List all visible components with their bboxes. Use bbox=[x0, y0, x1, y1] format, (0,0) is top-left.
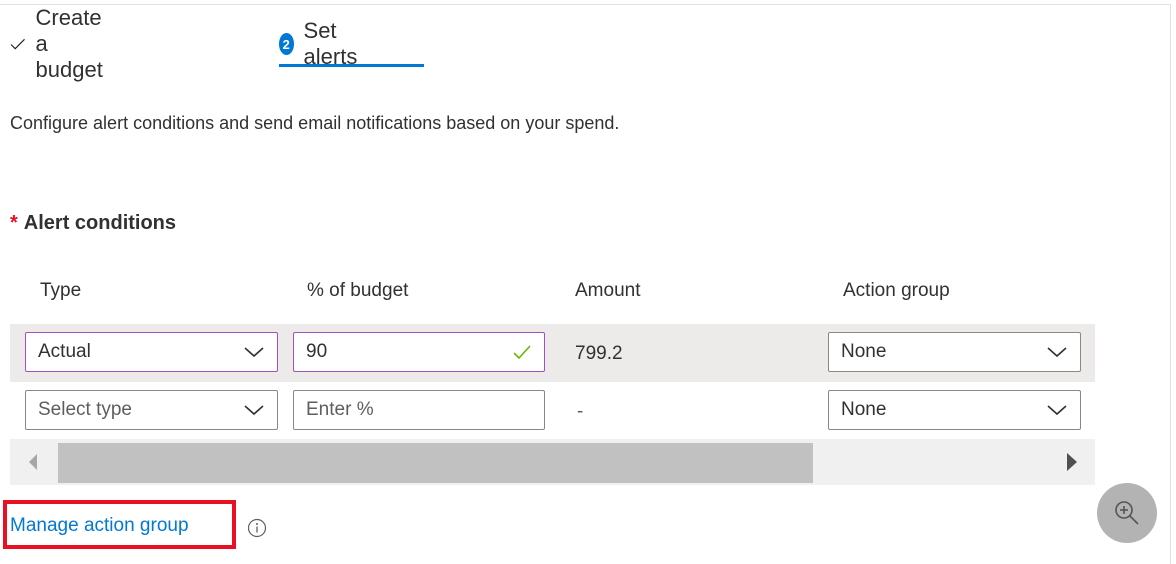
column-header-amount: Amount bbox=[575, 280, 641, 301]
action-group-dropdown[interactable]: None bbox=[828, 390, 1081, 430]
step-label: Create a budget bbox=[35, 5, 103, 82]
required-marker: * bbox=[10, 212, 18, 234]
chevron-down-icon bbox=[1047, 347, 1067, 358]
chevron-down-icon bbox=[244, 347, 264, 358]
chevron-down-icon bbox=[244, 405, 264, 416]
type-dropdown[interactable]: Select type bbox=[25, 390, 278, 430]
column-header-type: Type bbox=[40, 280, 82, 301]
step-label: Set alerts bbox=[303, 18, 358, 69]
zoom-in-icon bbox=[1115, 501, 1139, 525]
type-value: Actual bbox=[38, 341, 91, 362]
action-group-value: None bbox=[841, 341, 887, 362]
step-create-budget[interactable]: Create a budget bbox=[10, 5, 117, 82]
percent-input[interactable]: 90 bbox=[293, 332, 545, 372]
active-step-indicator bbox=[279, 64, 424, 67]
scroll-left-button[interactable] bbox=[10, 439, 56, 485]
info-icon[interactable] bbox=[247, 518, 267, 538]
type-dropdown[interactable]: Actual bbox=[25, 332, 278, 372]
zoom-in-button[interactable] bbox=[1097, 483, 1157, 543]
chevron-down-icon bbox=[1047, 405, 1067, 416]
check-icon bbox=[10, 38, 25, 50]
page-description: Configure alert conditions and send emai… bbox=[10, 113, 620, 133]
percent-input[interactable]: Enter % bbox=[293, 390, 545, 430]
step-number-badge: 2 bbox=[279, 33, 294, 55]
action-group-dropdown[interactable]: None bbox=[828, 332, 1081, 372]
column-header-percent: % of budget bbox=[307, 280, 409, 301]
caret-right-icon bbox=[1067, 453, 1077, 471]
percent-placeholder: Enter % bbox=[306, 399, 374, 420]
percent-value: 90 bbox=[306, 341, 328, 362]
panel-right-border bbox=[1170, 4, 1171, 564]
step-set-alerts[interactable]: 2 Set alerts bbox=[279, 18, 365, 69]
scrollbar-thumb[interactable] bbox=[58, 443, 813, 483]
action-group-value: None bbox=[841, 399, 887, 420]
amount-value: 799.2 bbox=[575, 343, 623, 364]
caret-left-icon bbox=[29, 454, 37, 470]
column-header-action-group: Action group bbox=[843, 280, 950, 301]
scroll-right-button[interactable] bbox=[1049, 439, 1095, 485]
amount-value: - bbox=[577, 401, 584, 422]
section-title-text: Alert conditions bbox=[23, 212, 177, 234]
horizontal-scrollbar[interactable] bbox=[10, 439, 1095, 485]
manage-action-group-link[interactable]: Manage action group bbox=[10, 515, 189, 537]
type-placeholder: Select type bbox=[38, 399, 132, 420]
panel-top-border bbox=[0, 4, 1171, 5]
section-title: * Alert conditions bbox=[10, 212, 176, 235]
valid-check-icon bbox=[513, 345, 531, 360]
